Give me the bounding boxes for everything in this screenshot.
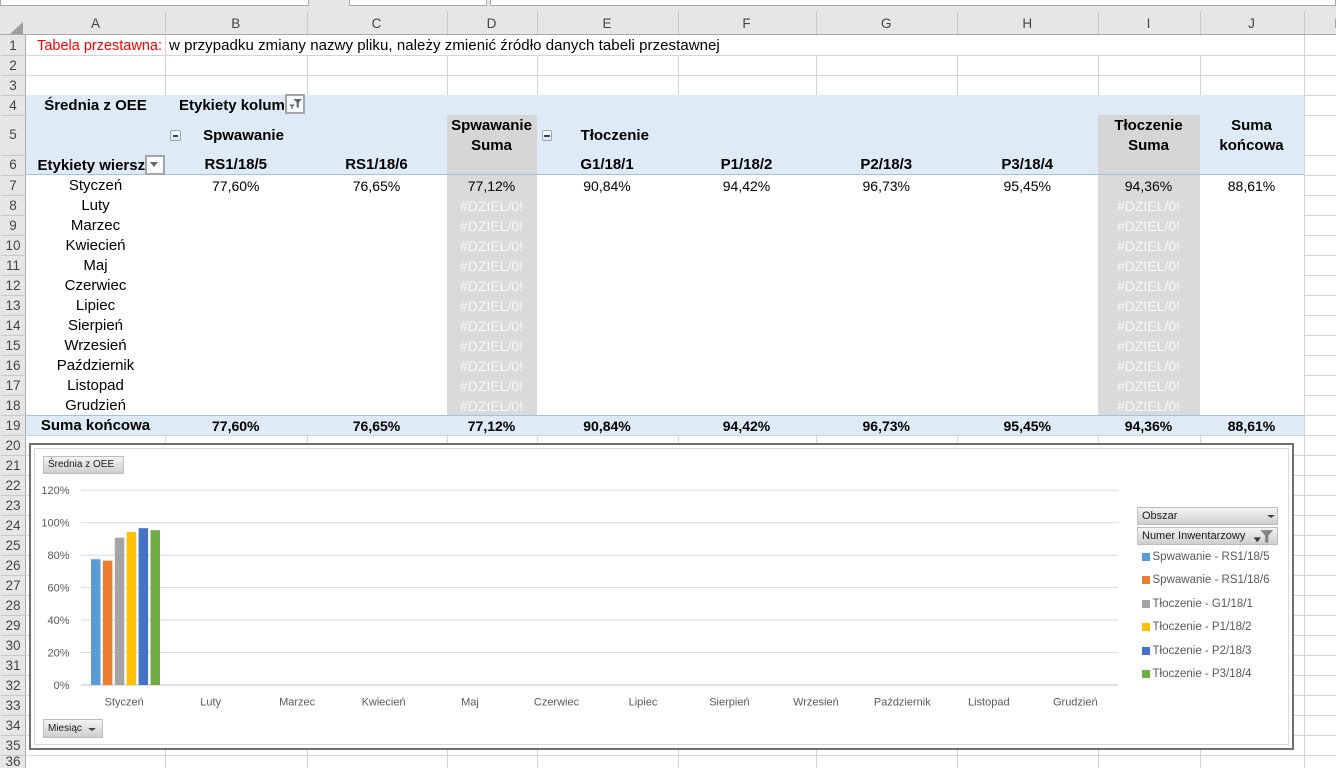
svg-text:Kwiecień: Kwiecień (361, 697, 405, 709)
svg-text:120%: 120% (41, 485, 69, 497)
svg-text:20%: 20% (47, 647, 69, 659)
svg-text:Grudzień: Grudzień (1052, 697, 1097, 709)
svg-text:Październik: Październik (873, 697, 930, 709)
svg-text:Lipiec: Lipiec (628, 697, 657, 709)
svg-text:Marzec: Marzec (279, 697, 316, 709)
svg-text:Czerwiec: Czerwiec (533, 697, 579, 709)
svg-text:40%: 40% (47, 615, 69, 627)
svg-text:Styczeń: Styczeń (104, 697, 143, 709)
svg-text:100%: 100% (41, 518, 69, 530)
svg-text:Maj: Maj (461, 697, 479, 709)
svg-text:60%: 60% (47, 582, 69, 594)
svg-text:Luty: Luty (200, 697, 221, 709)
svg-text:80%: 80% (47, 550, 69, 562)
svg-text:Sierpień: Sierpień (709, 697, 749, 709)
svg-text:0%: 0% (53, 680, 69, 692)
svg-text:Wrzesień: Wrzesień (793, 697, 839, 709)
svg-text:Listopad: Listopad (968, 697, 1010, 709)
